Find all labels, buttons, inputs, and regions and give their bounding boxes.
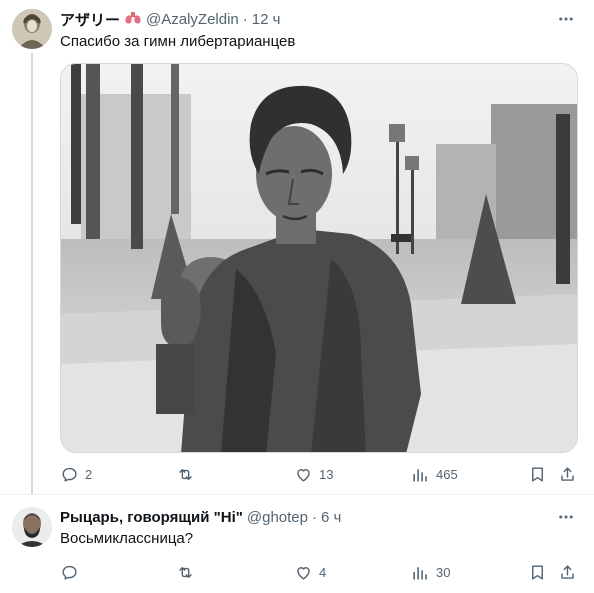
bookmark-icon — [532, 564, 543, 580]
retweet-button[interactable] — [176, 463, 201, 485]
thread-line — [31, 53, 33, 494]
like-button[interactable]: 4 — [294, 561, 326, 583]
reply-button[interactable] — [60, 561, 85, 583]
timestamp[interactable]: 12 ч — [252, 11, 281, 28]
bookmark-icon — [532, 466, 543, 482]
separator: · — [242, 10, 248, 28]
heart-icon — [297, 566, 310, 580]
more-options-icon[interactable] — [556, 507, 576, 527]
display-name[interactable]: アザリー — [60, 9, 120, 30]
share-icon — [561, 564, 574, 579]
reply-icon — [62, 467, 77, 482]
like-button[interactable]: 13 — [294, 463, 333, 485]
bookmark-button[interactable] — [528, 463, 547, 485]
tweet-header: Рыцарь, говорящий "Hi" @ghotep · 6 ч — [60, 507, 341, 527]
avatar[interactable] — [12, 507, 52, 547]
bookmark-button[interactable] — [528, 561, 547, 583]
views-icon — [413, 566, 427, 580]
timestamp[interactable]: 6 ч — [321, 509, 341, 526]
like-count: 13 — [319, 466, 334, 482]
retweet-icon — [179, 566, 192, 578]
tweet-actions: 2 13 465 — [60, 463, 578, 485]
lungs-icon — [124, 11, 142, 28]
tweet-text: Спасибо за гимн либертарианцев — [60, 33, 296, 50]
view-count: 30 — [436, 564, 451, 580]
handle[interactable]: @AzalyZeldin — [146, 11, 239, 28]
heart-icon — [297, 468, 310, 482]
separator: · — [312, 508, 317, 526]
share-button[interactable] — [558, 561, 577, 583]
reply-count: 2 — [85, 466, 93, 482]
share-button[interactable] — [558, 463, 577, 485]
tweet-actions: 4 30 — [60, 561, 578, 583]
like-count: 4 — [319, 564, 327, 580]
display-name[interactable]: Рыцарь, говорящий "Hi" — [60, 509, 243, 526]
retweet-icon — [179, 468, 192, 480]
tweet[interactable]: Рыцарь, говорящий "Hi" @ghotep · 6 ч Вос… — [0, 494, 594, 593]
tweet[interactable]: アザリー @AzalyZeldin · 12 ч Спасибо за гимн… — [0, 0, 594, 494]
tweet-image[interactable] — [60, 63, 578, 453]
views-icon — [413, 468, 427, 482]
views-button[interactable]: 465 — [411, 463, 458, 485]
handle[interactable]: @ghotep — [247, 509, 308, 526]
avatar[interactable] — [12, 9, 52, 49]
view-count: 465 — [436, 466, 458, 482]
share-icon — [561, 466, 574, 481]
retweet-button[interactable] — [176, 561, 201, 583]
reply-button[interactable]: 2 — [60, 463, 92, 485]
tweet-text: Восьмиклассница? — [60, 530, 194, 547]
reply-icon — [62, 565, 77, 580]
views-button[interactable]: 30 — [411, 561, 450, 583]
tweet-header: アザリー @AzalyZeldin · 12 ч — [60, 9, 280, 29]
more-options-icon[interactable] — [556, 9, 576, 29]
